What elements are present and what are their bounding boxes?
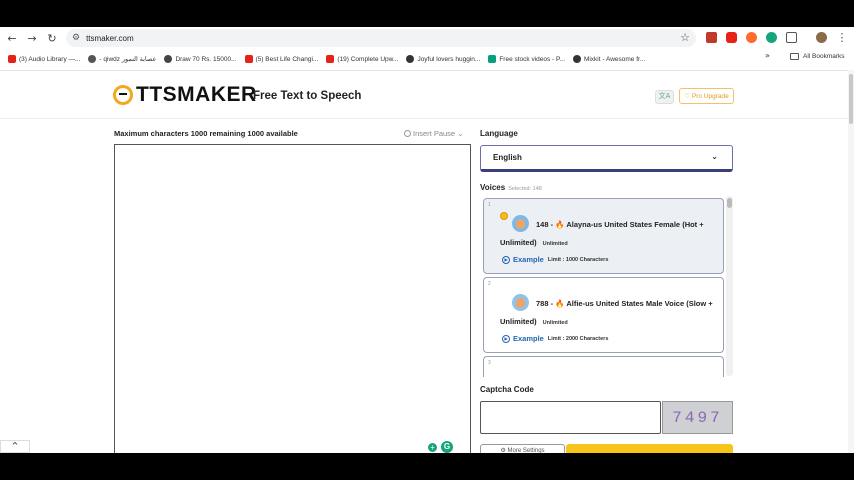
unlimited-badge: Unlimited bbox=[542, 241, 568, 247]
youtube-icon bbox=[8, 55, 16, 63]
browser-window: ← → ↻ ⚙ ttsmaker.com ☆ ⋮ (3) Audio Libra… bbox=[0, 27, 854, 453]
extension-icon[interactable] bbox=[706, 32, 717, 43]
voice-title: 148 - 🔥 Alayna-us United States Female (… bbox=[536, 220, 704, 229]
pexels-icon bbox=[488, 55, 497, 63]
language-label: Language bbox=[480, 129, 518, 138]
bookmark-item[interactable]: Free stock videos - P... bbox=[488, 55, 565, 63]
youtube-icon bbox=[326, 55, 335, 63]
pro-upgrade-button[interactable]: ♡ Pro Upgrade bbox=[679, 88, 734, 104]
all-bookmarks-button[interactable]: All Bookmarks bbox=[790, 53, 845, 60]
bookmark-item[interactable]: (5) Best Life Changi... bbox=[244, 55, 318, 63]
voice-index: 1 bbox=[488, 202, 491, 208]
address-url: ttsmaker.com bbox=[86, 33, 134, 43]
bookmark-item[interactable]: Joyful lovers huggin... bbox=[406, 55, 480, 63]
voices-selected-count: Selected: 148 bbox=[508, 186, 542, 192]
youtube-extension-icon[interactable] bbox=[726, 32, 737, 43]
more-settings-button[interactable]: ⚙ More Settings bbox=[480, 444, 565, 453]
voice-title-cont: Unlimited) Unlimited bbox=[500, 238, 568, 247]
voice-card[interactable]: 1 148 - 🔥 Alayna-us United States Female… bbox=[483, 198, 724, 274]
extensions-puzzle-icon[interactable] bbox=[786, 32, 797, 43]
brave-extension-icon[interactable] bbox=[746, 32, 757, 43]
voices-label: Voices Selected: 148 bbox=[480, 183, 542, 192]
text-input-area[interactable] bbox=[114, 144, 471, 453]
voice-avatar bbox=[512, 215, 529, 232]
site-logo[interactable]: TTSMAKER bbox=[113, 83, 257, 107]
captcha-input[interactable] bbox=[480, 401, 661, 434]
voice-example-button[interactable]: ▶ Example Limit : 1000 Characters bbox=[502, 255, 608, 264]
browser-toolbar: ← → ↻ ⚙ ttsmaker.com ☆ ⋮ bbox=[0, 27, 854, 49]
clock-icon bbox=[404, 130, 411, 137]
page-scroll-thumb[interactable] bbox=[849, 74, 853, 124]
bookmarks-overflow-button[interactable]: » bbox=[765, 51, 770, 60]
voice-list[interactable]: 1 148 - 🔥 Alayna-us United States Female… bbox=[480, 195, 733, 377]
globe-icon bbox=[164, 55, 173, 63]
captcha-image[interactable]: 7497 bbox=[662, 401, 733, 434]
voice-index: 3 bbox=[488, 360, 491, 366]
language-toggle-button[interactable]: 文A bbox=[655, 90, 674, 104]
bookmark-item[interactable]: Mixkit - Awesome fr... bbox=[572, 55, 645, 63]
menu-icon[interactable]: ⋮ bbox=[832, 31, 852, 44]
voice-example-button[interactable]: ▶ Example Limit : 2000 Characters bbox=[502, 334, 608, 343]
youtube-icon bbox=[244, 55, 253, 63]
insert-pause-label: Insert Pause ⌄ bbox=[413, 129, 464, 138]
page-content: TTSMAKER Free Text to Speech 文A ♡ Pro Up… bbox=[0, 70, 848, 453]
logo-mark-icon bbox=[113, 85, 133, 105]
bookmark-item[interactable]: (19) Complete Upw... bbox=[326, 55, 398, 63]
back-icon[interactable]: ← bbox=[2, 32, 22, 45]
globe-icon bbox=[88, 55, 97, 63]
voice-avatar bbox=[512, 294, 529, 311]
address-bar[interactable]: ⚙ ttsmaker.com ☆ bbox=[66, 29, 696, 47]
bookmark-item[interactable]: (3) Audio Library —... bbox=[8, 55, 80, 63]
voice-title-cont: Unlimited) Unlimited bbox=[500, 317, 568, 326]
bookmarks-bar: (3) Audio Library —... - qiwdz عصابة الن… bbox=[0, 51, 854, 67]
chevron-up-icon[interactable]: ^ bbox=[0, 440, 30, 453]
mixkit-icon bbox=[572, 55, 581, 63]
chevron-down-icon: ⌄ bbox=[711, 152, 718, 161]
play-icon: ▶ bbox=[502, 334, 510, 343]
play-icon: ▶ bbox=[502, 255, 510, 264]
selected-star-icon bbox=[500, 212, 508, 220]
folder-icon bbox=[790, 53, 799, 60]
language-select[interactable]: English ⌄ bbox=[480, 145, 733, 172]
voice-index: 2 bbox=[488, 281, 491, 287]
site-info-icon[interactable]: ⚙ bbox=[72, 33, 80, 43]
bookmark-star-icon[interactable]: ☆ bbox=[680, 31, 690, 44]
bookmark-item[interactable]: Draw 70 Rs. 15000... bbox=[164, 55, 237, 63]
voice-title: 788 - 🔥 Alfie-us United States Male Voic… bbox=[536, 299, 713, 308]
convert-to-speech-button[interactable] bbox=[566, 444, 733, 453]
grammarly-extension-icon[interactable] bbox=[766, 32, 777, 43]
bookmark-item[interactable]: - qiwdz عصابة النمور bbox=[88, 55, 156, 63]
language-selected-value: English bbox=[493, 153, 522, 162]
captcha-label: Captcha Code bbox=[480, 385, 534, 394]
forward-icon[interactable]: → bbox=[22, 32, 42, 45]
voice-limit: Limit : 1000 Characters bbox=[547, 256, 609, 263]
voice-list-scrollbar[interactable] bbox=[726, 196, 733, 376]
logo-text: TTSMAKER bbox=[136, 83, 257, 106]
scroll-thumb[interactable] bbox=[727, 198, 732, 208]
profile-avatar[interactable] bbox=[816, 32, 827, 43]
voice-limit: Limit : 2000 Characters bbox=[547, 335, 609, 342]
insert-pause-button[interactable]: Insert Pause ⌄ bbox=[404, 129, 463, 138]
voice-card[interactable]: 3 bbox=[483, 356, 724, 377]
reload-icon[interactable]: ↻ bbox=[42, 32, 62, 45]
page-tagline: Free Text to Speech bbox=[253, 90, 362, 102]
page-scrollbar[interactable] bbox=[848, 70, 854, 453]
site-icon bbox=[406, 55, 415, 63]
grammarly-plus-icon[interactable]: + bbox=[428, 443, 437, 452]
header-divider bbox=[0, 118, 848, 119]
character-limit-text: Maximum characters 1000 remaining 1000 a… bbox=[114, 129, 298, 138]
voice-card[interactable]: 2 788 - 🔥 Alfie-us United States Male Vo… bbox=[483, 277, 724, 353]
unlimited-badge: Unlimited bbox=[542, 320, 568, 326]
grammarly-icon[interactable]: G bbox=[441, 441, 453, 453]
